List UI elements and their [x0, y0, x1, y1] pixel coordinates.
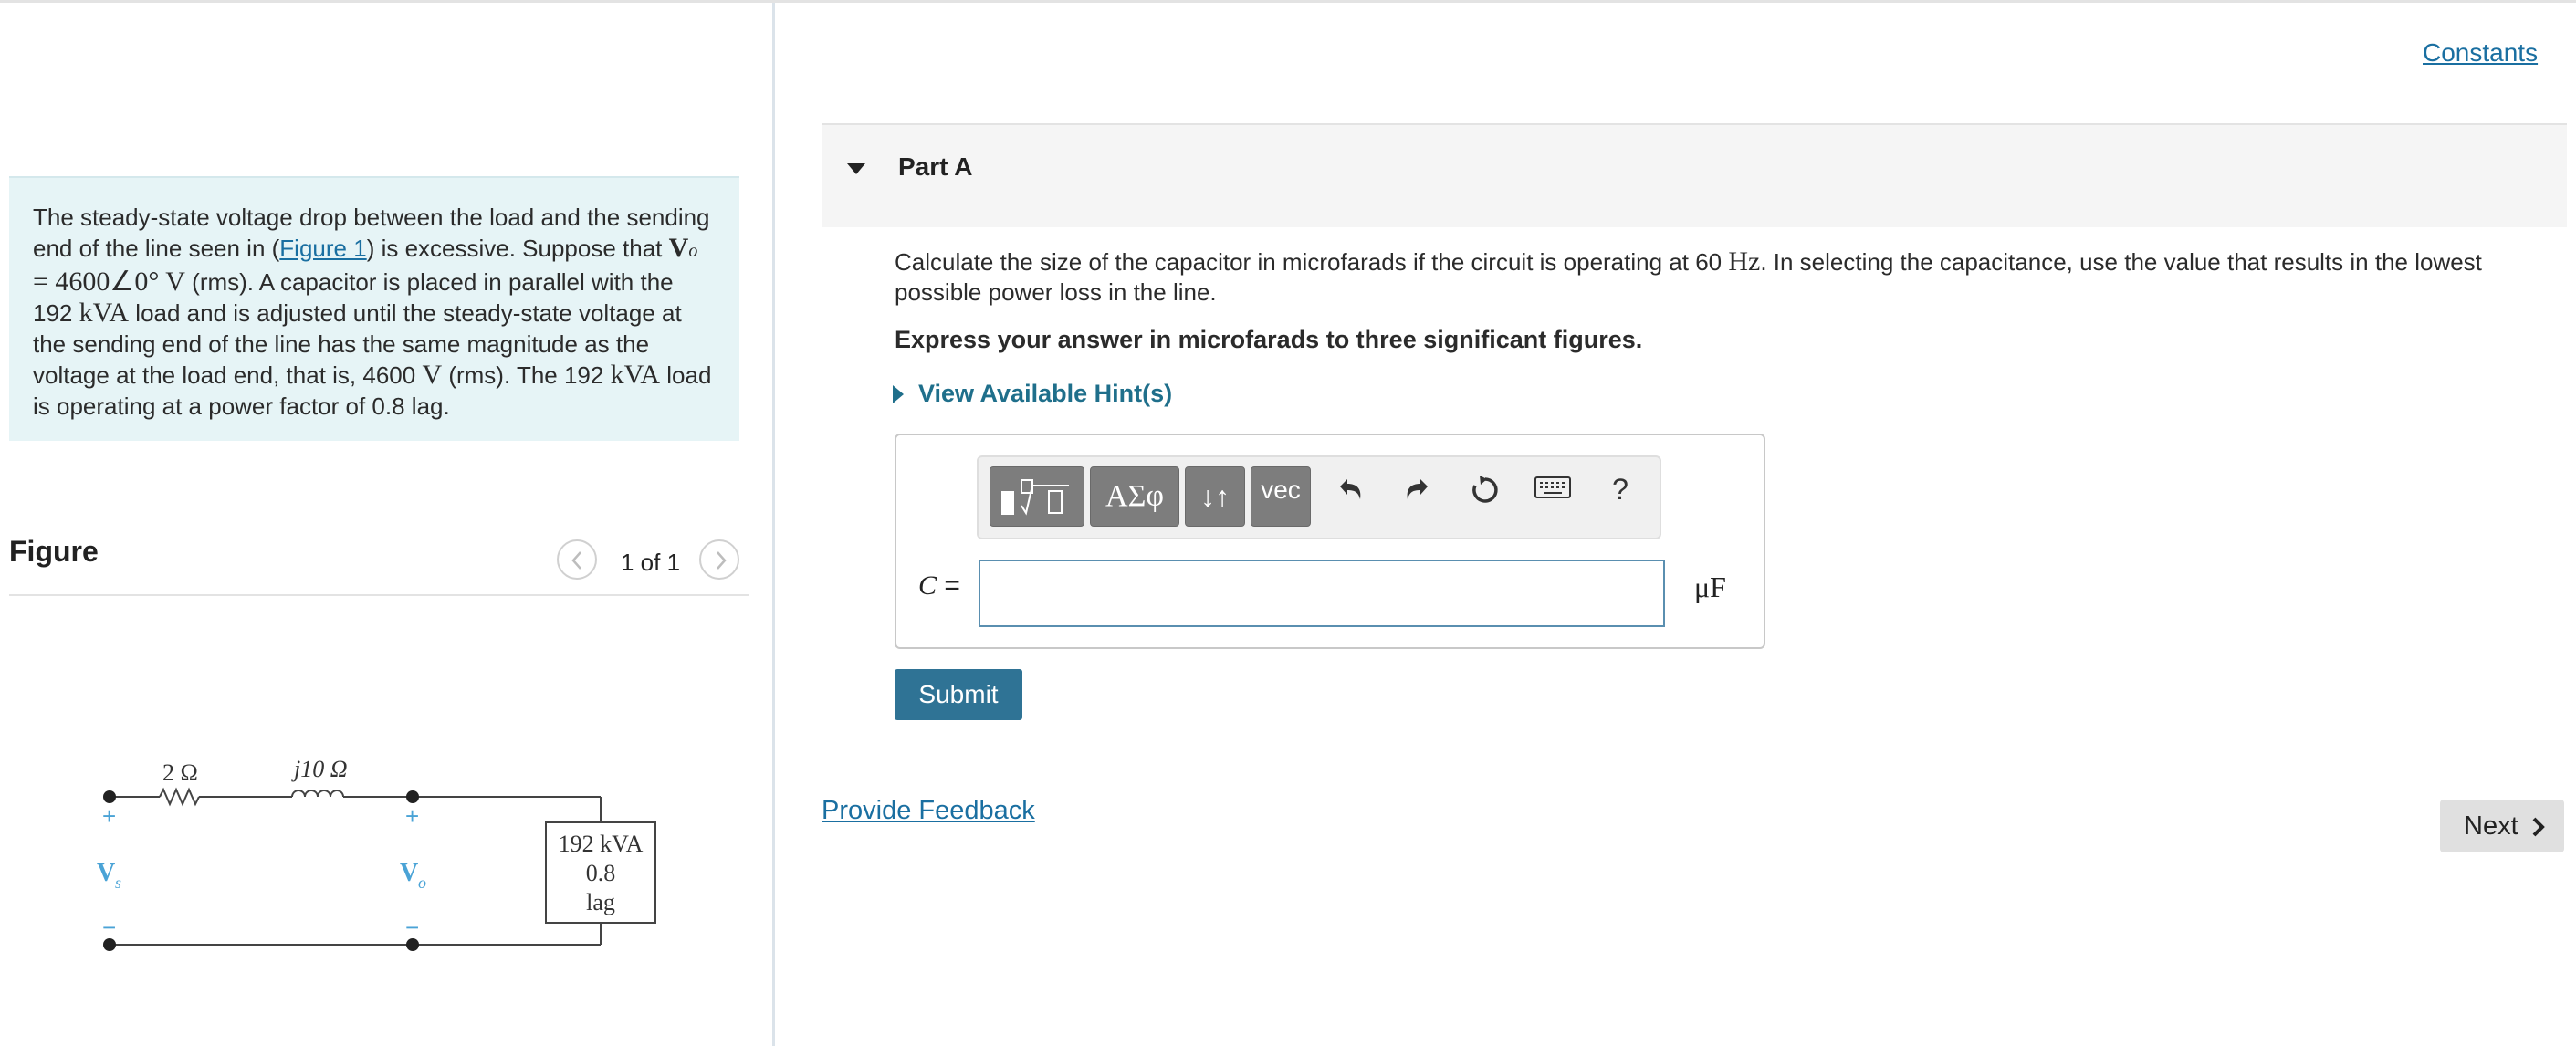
caret-right-icon [893, 385, 904, 403]
answer-input[interactable] [979, 560, 1665, 627]
subscript-superscript-button[interactable]: ↓↑ [1185, 466, 1245, 527]
next-button[interactable]: Next [2440, 800, 2564, 852]
resistor-symbol [159, 787, 200, 807]
reset-icon [1472, 476, 1498, 503]
problem-statement: The steady-state voltage drop between th… [9, 176, 739, 441]
undo-icon [1340, 479, 1361, 499]
terminal-dot [406, 790, 419, 803]
vo-minus-sign: − [405, 914, 419, 941]
reset-button[interactable] [1462, 474, 1508, 521]
vs-plus-sign: + [102, 802, 116, 830]
chevron-right-icon [717, 551, 727, 570]
unit-hz: Hz [1728, 246, 1761, 277]
vo-plus-sign: + [405, 802, 419, 830]
keyboard-icon [1534, 476, 1571, 498]
greek-symbols-button[interactable]: ΑΣφ [1090, 466, 1179, 527]
figure-title: Figure [9, 535, 99, 568]
redo-icon [1407, 479, 1428, 499]
hint-label: View Available Hint(s) [918, 380, 1173, 407]
vo-subscript: o [418, 873, 426, 892]
load-power-factor: 0.8 [586, 860, 616, 886]
templates-button[interactable] [990, 466, 1084, 527]
templates-icon [1001, 479, 1069, 516]
variable-label: C = [918, 570, 960, 601]
unit-kva: kVA [79, 298, 130, 328]
help-button[interactable]: ? [1597, 474, 1643, 521]
figure-header: Figure 1 of 1 [9, 530, 749, 596]
left-panel: The steady-state voltage drop between th… [0, 3, 775, 1046]
reactance-label: j10 Ω [291, 756, 348, 782]
view-hints-toggle[interactable]: View Available Hint(s) [893, 380, 1172, 408]
vo-label: V [400, 859, 418, 887]
keyboard-button[interactable] [1530, 474, 1576, 521]
math-toolbar: ΑΣφ ↓↑ vec ? [977, 455, 1661, 539]
figure-prev-button[interactable] [557, 539, 597, 580]
unit-volt: V [422, 360, 443, 390]
resistor-label: 2 Ω [162, 759, 198, 786]
caret-down-icon [847, 163, 865, 174]
question-text: Calculate the size of the capacitor in m… [895, 246, 2501, 308]
problem-text: ) is excessive. Suppose that [366, 235, 669, 262]
chevron-right-icon [2532, 817, 2545, 837]
vs-subscript: s [115, 873, 121, 892]
part-a-header[interactable]: Part A [822, 123, 2567, 227]
part-title: Part A [898, 152, 973, 181]
inductor-symbol [291, 790, 344, 798]
answer-instruction: Express your answer in microfarads to th… [895, 326, 1643, 353]
problem-text: (rms). The 192 [442, 361, 611, 389]
redo-button[interactable] [1395, 474, 1440, 521]
vs-minus-sign: − [102, 914, 116, 941]
terminal-dot [103, 790, 116, 803]
next-label: Next [2464, 811, 2518, 841]
provide-feedback-link[interactable]: Provide Feedback [822, 796, 1035, 826]
undo-button[interactable] [1327, 474, 1373, 521]
load-lag: lag [586, 889, 615, 915]
load-rating: 192 kVA [559, 831, 644, 857]
vector-button[interactable]: vec [1251, 466, 1311, 527]
figure-counter: 1 of 1 [621, 549, 681, 576]
unit-kva: kVA [610, 360, 661, 390]
answer-box: ΑΣφ ↓↑ vec ? C = μF [895, 434, 1765, 649]
constants-link[interactable]: Constants [2423, 38, 2538, 68]
question-segment: Calculate the size of the capacitor in m… [895, 248, 1729, 276]
figure-next-button[interactable] [699, 539, 739, 580]
unit-label: μF [1694, 570, 1726, 603]
submit-button[interactable]: Submit [895, 669, 1022, 720]
vs-label: V [97, 859, 115, 887]
figure-1-link[interactable]: Figure 1 [279, 235, 366, 262]
chevron-left-icon [571, 551, 581, 570]
circuit-diagram: 2 Ω j10 Ω + V s − + V o − 192 kVA 0.8 la… [97, 756, 656, 951]
